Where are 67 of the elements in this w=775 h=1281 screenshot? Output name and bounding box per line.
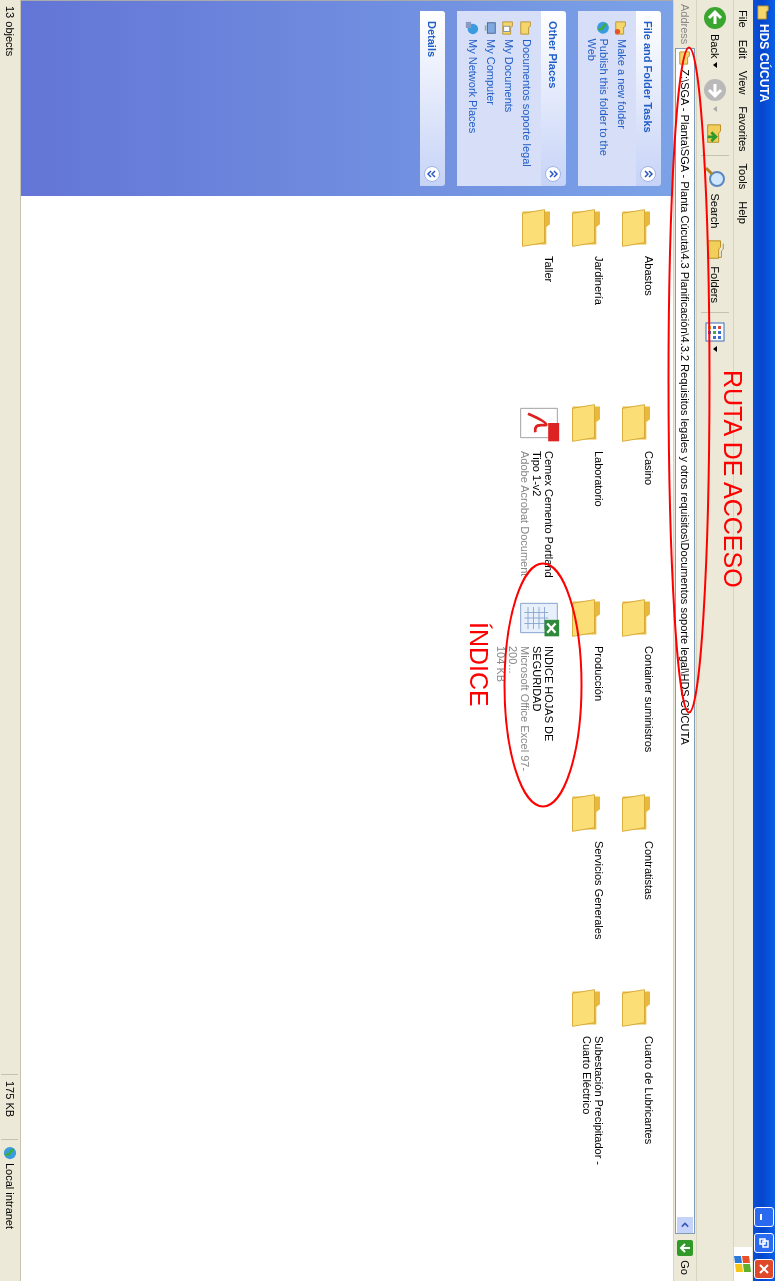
- file-name: Subestación Precipitador - Cuarto Eléctrico: [581, 1036, 605, 1167]
- expand-chevron-icon[interactable]: [424, 166, 441, 182]
- search-icon: [703, 165, 727, 190]
- file-name: Servicios Generales: [593, 841, 605, 942]
- restore-button[interactable]: [754, 1233, 774, 1253]
- menu-item[interactable]: View: [737, 64, 750, 101]
- back-button[interactable]: Back: [701, 2, 729, 73]
- file-name: Casino: [643, 451, 655, 488]
- file-name: Cemex Cemento Portland Tipo 1-v2: [531, 451, 555, 580]
- collapse-chevron-icon[interactable]: [545, 166, 562, 182]
- search-button[interactable]: Search: [701, 161, 729, 233]
- globe-icon: [596, 21, 610, 35]
- folder-icon: [756, 5, 772, 20]
- task-link[interactable]: My Network Places: [467, 39, 479, 134]
- file-name: Container suministros: [643, 646, 655, 755]
- dropdown-button[interactable]: [677, 1217, 693, 1234]
- documents-folder-icon: [501, 21, 515, 35]
- task-link[interactable]: My Computer: [485, 39, 497, 106]
- new-folder-icon: [614, 21, 628, 35]
- folders-button[interactable]: Folders: [702, 234, 728, 307]
- minimize-icon: [760, 1214, 762, 1220]
- minimize-button[interactable]: [754, 1207, 774, 1227]
- folder-icon: [519, 21, 533, 35]
- task-link[interactable]: Publish this folder to the Web: [586, 38, 610, 176]
- globe-icon: [3, 1146, 17, 1160]
- address-field[interactable]: Z:\SGA - Planta\SGA - Planta Cúcuta\4.3 Planificación\4.3.2 Requisitos legales y otros requisitos\Documentos soporte legal\HDS CÚCUTA: [675, 48, 695, 1235]
- task-link[interactable]: Make a new folder: [616, 39, 628, 129]
- caret-icon: [713, 346, 717, 352]
- annotation-text: ÍNDICE: [464, 622, 493, 707]
- chevron-icon: [681, 1221, 689, 1230]
- status-text: 13 objects: [4, 6, 16, 57]
- close-icon: [759, 1264, 769, 1274]
- computer-icon: [483, 21, 497, 35]
- file-name: Taller: [543, 256, 555, 285]
- file-name: Laboratorio: [593, 451, 605, 509]
- address-label: Address: [679, 4, 691, 45]
- menu-item[interactable]: Help: [737, 195, 750, 230]
- status-text: 175 KB: [4, 1081, 16, 1118]
- caret-icon: [713, 106, 717, 113]
- network-globe-icon: [465, 21, 479, 35]
- folder-icon: [678, 51, 692, 66]
- file-name: Contratistas: [643, 841, 655, 902]
- task-link[interactable]: Documentos soporte legal: [521, 39, 533, 167]
- status-text: Local intranet: [4, 1163, 16, 1230]
- close-button[interactable]: [754, 1259, 774, 1279]
- caret-icon: [713, 62, 717, 69]
- window-title: HDS CÚCUTA: [757, 24, 771, 103]
- file-name: Cuarto de Lubricantes: [643, 1036, 655, 1147]
- file-name: Producción: [593, 646, 605, 704]
- annotation-text: RUTA DE ACCESO: [718, 370, 747, 588]
- panel-title[interactable]: Details: [426, 21, 439, 58]
- menu-item[interactable]: File: [737, 4, 750, 34]
- views-icon: [705, 322, 725, 342]
- collapse-chevron-icon[interactable]: [640, 166, 657, 182]
- file-detail: Microsoft Office Excel 97-200...: [507, 646, 531, 774]
- file-name: INDICE HOJAS DE SEGURIDAD: [531, 646, 555, 744]
- file-name: Jardinería: [593, 256, 605, 307]
- restore-icon: [759, 1238, 769, 1248]
- file-detail: Adobe Acrobat Document: [519, 451, 531, 579]
- go-button[interactable]: Go: [677, 1238, 693, 1277]
- file-name: Abastos: [643, 256, 655, 298]
- go-arrow-icon: [677, 1240, 693, 1257]
- menu-item[interactable]: Tools: [737, 157, 750, 196]
- task-link[interactable]: My Documents: [503, 39, 515, 113]
- menu-item[interactable]: Edit: [737, 33, 750, 65]
- menu-item[interactable]: Favorites: [737, 100, 750, 158]
- windows-flag-icon: [734, 1247, 753, 1281]
